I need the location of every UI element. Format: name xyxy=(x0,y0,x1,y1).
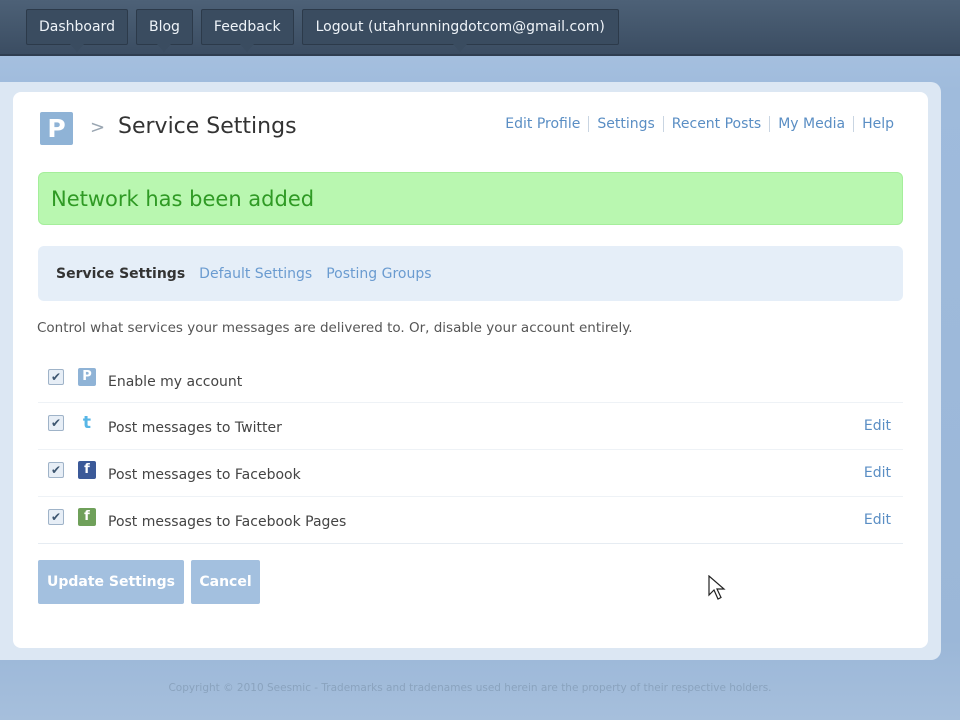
nav-logout[interactable]: Logout (utahrunningdotcom@gmail.com) xyxy=(301,9,619,52)
facebook-icon: f xyxy=(78,461,96,479)
service-row-facebook-pages: ✔ f Post messages to Facebook Pages Edit xyxy=(38,497,903,544)
success-message: Network has been added xyxy=(38,172,903,225)
link-settings[interactable]: Settings xyxy=(589,116,662,132)
twitter-checkbox[interactable]: ✔ xyxy=(48,415,64,431)
service-label: Post messages to Twitter xyxy=(108,420,282,436)
update-settings-button[interactable]: Update Settings xyxy=(38,560,184,604)
header-links: Edit Profile Settings Recent Posts My Me… xyxy=(497,116,894,132)
service-label: Post messages to Facebook Pages xyxy=(108,514,347,530)
enable-account-checkbox[interactable]: ✔ xyxy=(48,369,64,385)
service-row-twitter: ✔ t Post messages to Twitter Edit xyxy=(38,403,903,450)
settings-description: Control what services your messages are … xyxy=(37,320,633,336)
tab-posting-groups[interactable]: Posting Groups xyxy=(326,266,431,282)
edit-facebook-pages-link[interactable]: Edit xyxy=(864,512,891,528)
nav-dashboard[interactable]: Dashboard xyxy=(26,9,128,52)
tab-default-settings[interactable]: Default Settings xyxy=(199,266,312,282)
nav-blog[interactable]: Blog xyxy=(135,9,193,52)
facebook-pages-checkbox[interactable]: ✔ xyxy=(48,509,64,525)
breadcrumb-separator: > xyxy=(90,117,106,138)
link-edit-profile[interactable]: Edit Profile xyxy=(497,116,588,132)
link-help[interactable]: Help xyxy=(854,116,894,132)
settings-tabs: Service Settings Default Settings Postin… xyxy=(38,246,903,301)
services-list: ✔ P Enable my account ✔ t Post messages … xyxy=(38,357,903,544)
link-recent-posts[interactable]: Recent Posts xyxy=(664,116,769,132)
posterous-logo[interactable]: P xyxy=(40,112,73,145)
nav-feedback[interactable]: Feedback xyxy=(200,9,294,52)
footer-copyright: Copyright © 2010 Seesmic - Trademarks an… xyxy=(168,682,772,694)
tab-service-settings[interactable]: Service Settings xyxy=(56,266,185,282)
facebook-checkbox[interactable]: ✔ xyxy=(48,462,64,478)
top-navigation-bar: Dashboard Blog Feedback Logout (utahrunn… xyxy=(0,0,960,56)
facebook-pages-icon: f xyxy=(78,508,96,526)
mouse-cursor-icon xyxy=(708,575,726,600)
top-nav: Dashboard Blog Feedback Logout (utahrunn… xyxy=(26,9,619,52)
page-title: Service Settings xyxy=(118,114,297,139)
edit-twitter-link[interactable]: Edit xyxy=(864,418,891,434)
link-my-media[interactable]: My Media xyxy=(770,116,853,132)
service-label: Post messages to Facebook xyxy=(108,467,301,483)
service-label: Enable my account xyxy=(108,374,243,390)
cancel-button[interactable]: Cancel xyxy=(191,560,260,604)
service-row-facebook: ✔ f Post messages to Facebook Edit xyxy=(38,450,903,497)
twitter-icon: t xyxy=(82,413,92,433)
edit-facebook-link[interactable]: Edit xyxy=(864,465,891,481)
posterous-icon: P xyxy=(78,368,96,386)
service-row-account: ✔ P Enable my account xyxy=(38,357,903,403)
